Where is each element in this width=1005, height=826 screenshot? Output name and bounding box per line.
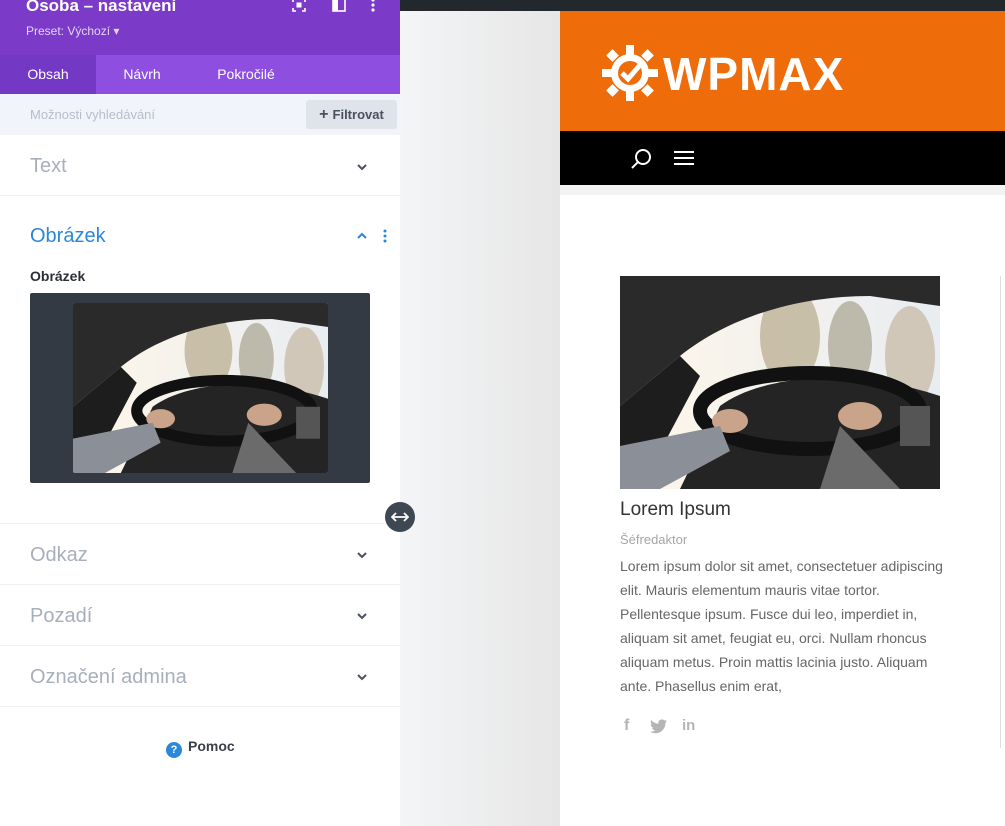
facebook-icon[interactable]: f: [624, 717, 629, 735]
admin-bar: [400, 0, 1005, 11]
section-background[interactable]: Pozadí: [0, 585, 400, 646]
image-field-label: Obrázek: [30, 268, 86, 284]
search-bar: Možnosti vyhledávání + Filtrovat: [0, 94, 400, 135]
image-upload-field[interactable]: [30, 293, 370, 483]
section-options-icon[interactable]: [380, 229, 390, 243]
panel-title: Osoba – nastavení: [26, 0, 177, 15]
section-admin-label[interactable]: Označení admina: [0, 646, 400, 707]
twitter-icon[interactable]: [650, 719, 668, 734]
section-text[interactable]: Text: [0, 135, 400, 196]
filter-label: Filtrovat: [332, 107, 384, 122]
tab-bar: Obsah Návrh Pokročilé: [0, 55, 400, 94]
preset-selector[interactable]: Preset: Výchozí ▾: [26, 24, 119, 38]
section-text-title: Text: [30, 155, 67, 177]
settings-panel: Osoba – nastavení Preset: Výchozí ▾ Obsa…: [0, 0, 400, 826]
section-link-title: Odkaz: [30, 544, 88, 566]
chevron-down-icon[interactable]: [355, 609, 369, 623]
panel-header: Osoba – nastavení Preset: Výchozí ▾: [0, 0, 400, 55]
split-view-icon[interactable]: [331, 0, 347, 14]
search-icon[interactable]: [630, 148, 652, 170]
site-header: WPMAX: [560, 11, 1005, 131]
header-separator: [560, 185, 1005, 195]
filter-button[interactable]: + Filtrovat: [306, 100, 397, 129]
tab-design[interactable]: Návrh: [96, 55, 188, 94]
plus-icon: +: [319, 106, 329, 123]
site-preview: WPMAX Lorem Ipsum Šéfredaktor Lorem ipsu…: [560, 11, 1005, 826]
logo-text: WPMAX: [663, 48, 845, 100]
resize-handle[interactable]: [385, 502, 415, 532]
gear-logo-icon: [602, 45, 658, 101]
chevron-down-icon[interactable]: [355, 670, 369, 684]
chevron-down-icon[interactable]: [355, 160, 369, 174]
fullscreen-icon[interactable]: [291, 0, 307, 14]
chevron-down-icon[interactable]: [355, 548, 369, 562]
chevron-up-icon[interactable]: [355, 229, 369, 243]
person-bio: Lorem ipsum dolor sit amet, consectetuer…: [620, 558, 943, 694]
more-vert-icon[interactable]: [365, 0, 381, 14]
section-image-title[interactable]: Obrázek: [30, 225, 106, 248]
person-name: Lorem Ipsum: [620, 499, 731, 520]
person-image: [620, 276, 940, 489]
image-preview[interactable]: [73, 303, 328, 473]
site-nav: [560, 131, 1005, 185]
section-link[interactable]: Odkaz: [0, 524, 400, 585]
help-link[interactable]: ? Pomoc: [166, 738, 235, 758]
person-position: Šéfredaktor: [620, 532, 688, 547]
menu-icon[interactable]: [674, 150, 694, 166]
help-icon: ?: [166, 742, 182, 758]
section-admin-label-title: Označení admina: [30, 666, 187, 688]
preview-edge: [1000, 276, 1005, 748]
preview-gutter: [400, 11, 560, 826]
section-background-title: Pozadí: [30, 605, 93, 627]
tab-advanced[interactable]: Pokročilé: [188, 55, 304, 94]
tab-content[interactable]: Obsah: [0, 55, 96, 94]
help-label: Pomoc: [188, 738, 235, 754]
search-input[interactable]: Možnosti vyhledávání: [30, 107, 155, 122]
linkedin-icon[interactable]: in: [682, 717, 695, 734]
